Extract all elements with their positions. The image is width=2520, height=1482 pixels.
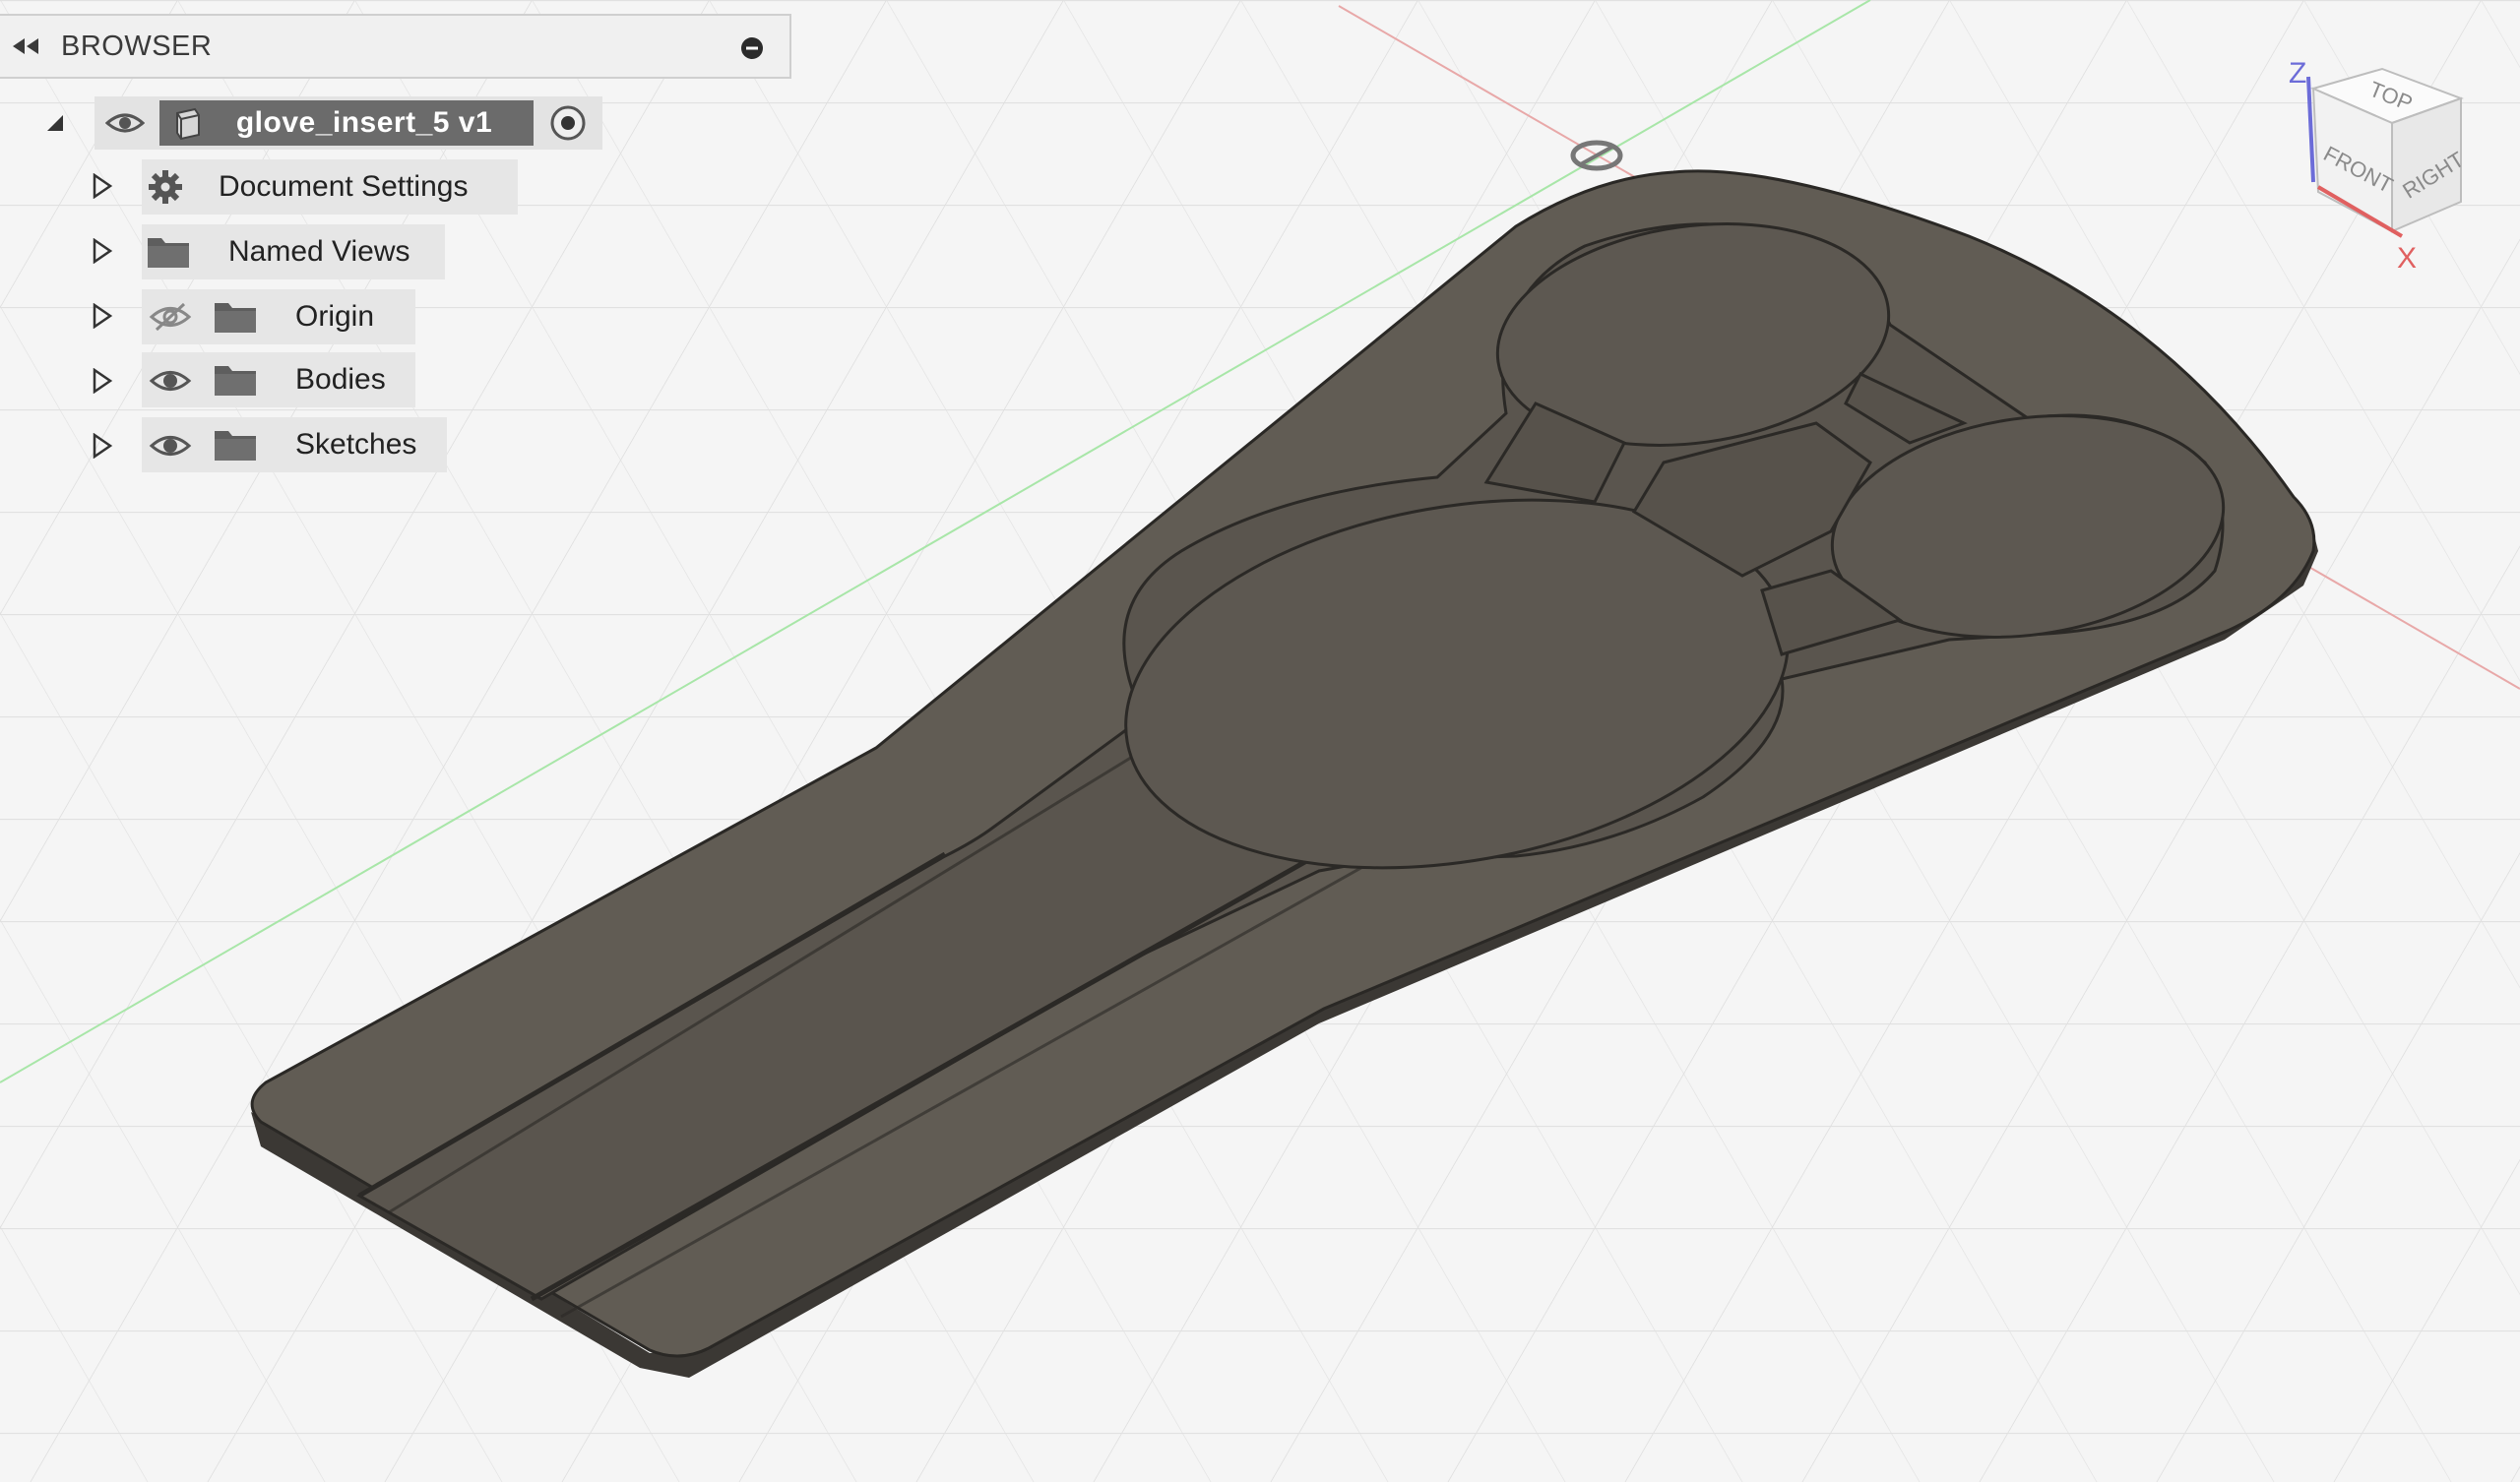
root-expand-toggle[interactable] bbox=[43, 108, 67, 138]
double-chevron-left-icon bbox=[13, 38, 38, 54]
tree-item-label: Sketches bbox=[295, 428, 417, 461]
root-label: glove_insert_5 v1 bbox=[235, 106, 493, 139]
expand-toggle[interactable] bbox=[91, 236, 114, 266]
triangle-collapsed-icon bbox=[93, 173, 113, 199]
expand-toggle[interactable] bbox=[91, 431, 114, 461]
tree-item-label: Origin bbox=[295, 300, 375, 333]
folder-icon bbox=[213, 425, 258, 464]
component-icon bbox=[176, 107, 200, 141]
root-label-selected[interactable]: glove_insert_5 v1 bbox=[159, 100, 534, 146]
tree-item-document-settings[interactable]: Document Settings bbox=[142, 159, 518, 215]
tree-item-label: Bodies bbox=[295, 363, 386, 396]
eye-hidden-icon[interactable] bbox=[148, 299, 193, 335]
triangle-collapsed-icon bbox=[93, 238, 113, 264]
tree-item-label: Named Views bbox=[228, 235, 410, 268]
tree-item-origin[interactable]: Origin bbox=[142, 289, 415, 344]
tree-root-item[interactable]: glove_insert_5 v1 bbox=[94, 96, 602, 150]
folder-icon bbox=[213, 360, 258, 400]
z-axis-label: Z bbox=[2289, 57, 2306, 90]
tree-item-sketches[interactable]: Sketches bbox=[142, 417, 447, 472]
minimize-icon[interactable] bbox=[740, 36, 764, 60]
3d-viewport[interactable]: TOP FRONT RIGHT Z X bbox=[0, 0, 2520, 1482]
folder-icon bbox=[146, 232, 191, 272]
folder-icon bbox=[213, 297, 258, 337]
collapse-panel-button[interactable] bbox=[0, 14, 51, 79]
activate-radio-icon[interactable] bbox=[547, 102, 589, 144]
eye-icon[interactable] bbox=[148, 429, 193, 463]
triangle-collapsed-icon bbox=[93, 303, 113, 329]
eye-icon[interactable] bbox=[148, 364, 193, 398]
triangle-collapsed-icon bbox=[93, 433, 113, 459]
browser-title: BROWSER bbox=[61, 30, 213, 62]
eye-icon[interactable] bbox=[102, 100, 148, 146]
tree-item-named-views[interactable]: Named Views bbox=[142, 224, 445, 279]
expand-toggle[interactable] bbox=[91, 366, 114, 396]
tree-item-bodies[interactable]: Bodies bbox=[142, 352, 415, 407]
triangle-expanded-icon bbox=[47, 115, 63, 131]
x-axis-label: X bbox=[2397, 242, 2417, 275]
tree-item-label: Document Settings bbox=[219, 170, 469, 203]
viewport-canvas[interactable]: TOP FRONT RIGHT Z X bbox=[0, 0, 2520, 1482]
browser-panel-header[interactable]: BROWSER bbox=[0, 14, 791, 79]
expand-toggle[interactable] bbox=[91, 171, 114, 201]
expand-toggle[interactable] bbox=[91, 301, 114, 331]
gear-icon bbox=[146, 167, 185, 207]
triangle-collapsed-icon bbox=[93, 368, 113, 394]
